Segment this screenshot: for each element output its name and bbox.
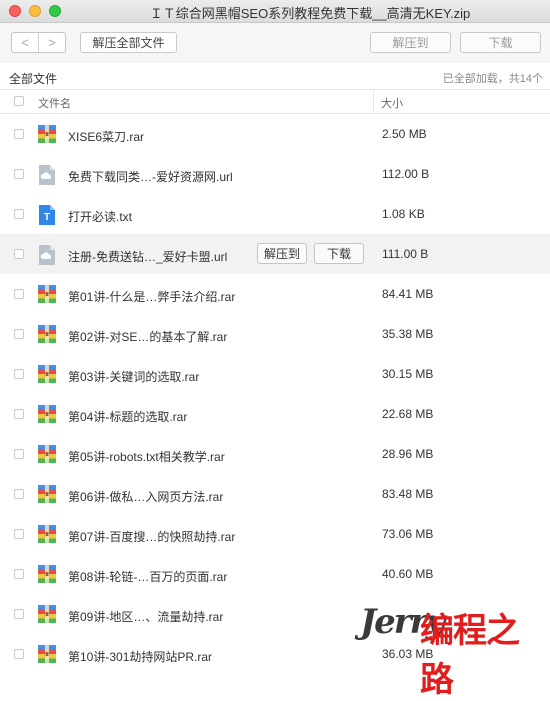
file-name[interactable]: 第08讲-轮链-…百万的页面.rar	[68, 568, 227, 585]
file-row-checkbox[interactable]	[14, 409, 24, 419]
file-row-checkbox[interactable]	[14, 609, 24, 619]
rar-archive-icon	[38, 365, 56, 383]
window-titlebar: ＩＴ综合网黑帽SEO系列教程免费下载__高清无KEY.zip	[0, 0, 550, 23]
svg-text:T: T	[44, 212, 50, 223]
watermark-cn-text: 编程之路	[420, 611, 520, 700]
file-row[interactable]: 第02讲-对SE…的基本了解.rar 35.38 MB	[0, 314, 550, 354]
file-size: 1.08 KB	[382, 207, 425, 221]
column-divider	[373, 90, 374, 113]
extract-to-button[interactable]: 解压到	[370, 32, 451, 53]
file-row-checkbox[interactable]	[14, 649, 24, 659]
file-size: 35.38 MB	[382, 327, 434, 341]
file-row[interactable]: 第08讲-轮链-…百万的页面.rar 40.60 MB	[0, 554, 550, 594]
select-all-checkbox[interactable]	[14, 96, 24, 106]
file-size: 112.00 B	[382, 167, 430, 181]
file-name[interactable]: 打开必读.txt	[68, 208, 132, 225]
row-extract-to-button[interactable]: 解压到	[257, 243, 307, 264]
text-file-icon: T	[38, 205, 56, 225]
column-header-size[interactable]: 大小	[381, 95, 403, 111]
file-size: 84.41 MB	[382, 287, 434, 301]
watermark-logo: Jerry 编程之路	[340, 598, 550, 700]
file-row[interactable]: 第01讲-什么是…弊手法介绍.rar 84.41 MB	[0, 274, 550, 314]
file-size: 40.60 MB	[382, 567, 434, 581]
navigation-group: < >	[11, 32, 66, 53]
file-row-checkbox[interactable]	[14, 329, 24, 339]
file-size: 2.50 MB	[382, 127, 427, 141]
rar-archive-icon	[38, 605, 56, 623]
load-status-text: 已全部加载，共14个	[442, 73, 543, 85]
back-button[interactable]: <	[12, 33, 38, 52]
file-name[interactable]: 第09讲-地区…、流量劫持.rar	[68, 608, 223, 625]
rar-archive-icon	[38, 325, 56, 343]
maximize-window-button[interactable]	[49, 5, 61, 17]
file-size: 22.68 MB	[382, 407, 434, 421]
file-row[interactable]: 第07讲-百度搜…的快照劫持.rar 73.06 MB	[0, 514, 550, 554]
breadcrumb-bar: 全部文件 已全部加载，共14个	[0, 64, 550, 90]
file-name[interactable]: 注册-免费送钻…_爱好卡盟.url	[68, 248, 227, 265]
chevron-right-icon: >	[48, 35, 56, 50]
file-name[interactable]: 第03讲-关键词的选取.rar	[68, 368, 199, 385]
rar-archive-icon	[38, 285, 56, 303]
file-row-checkbox[interactable]	[14, 369, 24, 379]
file-row-checkbox[interactable]	[14, 289, 24, 299]
file-row-checkbox[interactable]	[14, 129, 24, 139]
file-row[interactable]: 第06讲-做私…入网页方法.rar 83.48 MB	[0, 474, 550, 514]
file-size: 111.00 B	[382, 247, 429, 261]
rar-archive-icon	[38, 405, 56, 423]
file-name[interactable]: 第01讲-什么是…弊手法介绍.rar	[68, 288, 235, 305]
file-name[interactable]: XISE6菜刀.rar	[68, 128, 144, 145]
url-link-icon	[38, 165, 56, 185]
file-name[interactable]: 第05讲-robots.txt相关教学.rar	[68, 448, 225, 465]
file-size: 73.06 MB	[382, 527, 434, 541]
rar-archive-icon	[38, 565, 56, 583]
rar-archive-icon	[38, 525, 56, 543]
rar-archive-icon	[38, 445, 56, 463]
file-row[interactable]: T 打开必读.txt 1.08 KB	[0, 194, 550, 234]
file-name[interactable]: 第04讲-标题的选取.rar	[68, 408, 187, 425]
file-list: XISE6菜刀.rar 2.50 MB 免费下载同类…-爱好资源网.url 112.0…	[0, 114, 550, 674]
toolbar: < > 解压全部文件 解压到 下载	[0, 23, 550, 63]
file-name[interactable]: 第07讲-百度搜…的快照劫持.rar	[68, 528, 235, 545]
file-row-checkbox[interactable]	[14, 209, 24, 219]
minimize-window-button[interactable]	[29, 5, 41, 17]
file-size: 28.96 MB	[382, 447, 434, 461]
column-header-name[interactable]: 文件名	[38, 95, 71, 111]
file-row-checkbox[interactable]	[14, 169, 24, 179]
file-row-checkbox[interactable]	[14, 489, 24, 499]
column-header: 文件名 大小	[0, 90, 550, 114]
file-name[interactable]: 免费下载同类…-爱好资源网.url	[68, 168, 233, 185]
file-row[interactable]: XISE6菜刀.rar 2.50 MB	[0, 114, 550, 154]
chevron-left-icon: <	[21, 35, 29, 50]
file-row-checkbox[interactable]	[14, 569, 24, 579]
file-row-checkbox[interactable]	[14, 529, 24, 539]
file-row[interactable]: 第04讲-标题的选取.rar 22.68 MB	[0, 394, 550, 434]
file-row[interactable]: 注册-免费送钻…_爱好卡盟.url 解压到 下载 111.00 B	[0, 234, 550, 274]
url-link-icon	[38, 245, 56, 265]
file-name[interactable]: 第06讲-做私…入网页方法.rar	[68, 488, 223, 505]
file-size: 30.15 MB	[382, 367, 434, 381]
close-window-button[interactable]	[9, 5, 21, 17]
row-download-button[interactable]: 下载	[314, 243, 364, 264]
extract-all-button[interactable]: 解压全部文件	[80, 32, 177, 53]
forward-button[interactable]: >	[38, 33, 65, 52]
file-row[interactable]: 第03讲-关键词的选取.rar 30.15 MB	[0, 354, 550, 394]
rar-archive-icon	[38, 125, 56, 143]
file-name[interactable]: 第02讲-对SE…的基本了解.rar	[68, 328, 227, 345]
file-row[interactable]: 免费下载同类…-爱好资源网.url 112.00 B	[0, 154, 550, 194]
file-row[interactable]: 第05讲-robots.txt相关教学.rar 28.96 MB	[0, 434, 550, 474]
file-row-checkbox[interactable]	[14, 449, 24, 459]
file-size: 83.48 MB	[382, 487, 434, 501]
window-title: ＩＴ综合网黑帽SEO系列教程免费下载__高清无KEY.zip	[149, 6, 471, 21]
rar-archive-icon	[38, 485, 56, 503]
file-row-checkbox[interactable]	[14, 249, 24, 259]
file-name[interactable]: 第10讲-301劫持网站PR.rar	[68, 648, 212, 665]
download-button[interactable]: 下载	[460, 32, 541, 53]
rar-archive-icon	[38, 645, 56, 663]
breadcrumb-all-files[interactable]: 全部文件	[9, 70, 57, 87]
